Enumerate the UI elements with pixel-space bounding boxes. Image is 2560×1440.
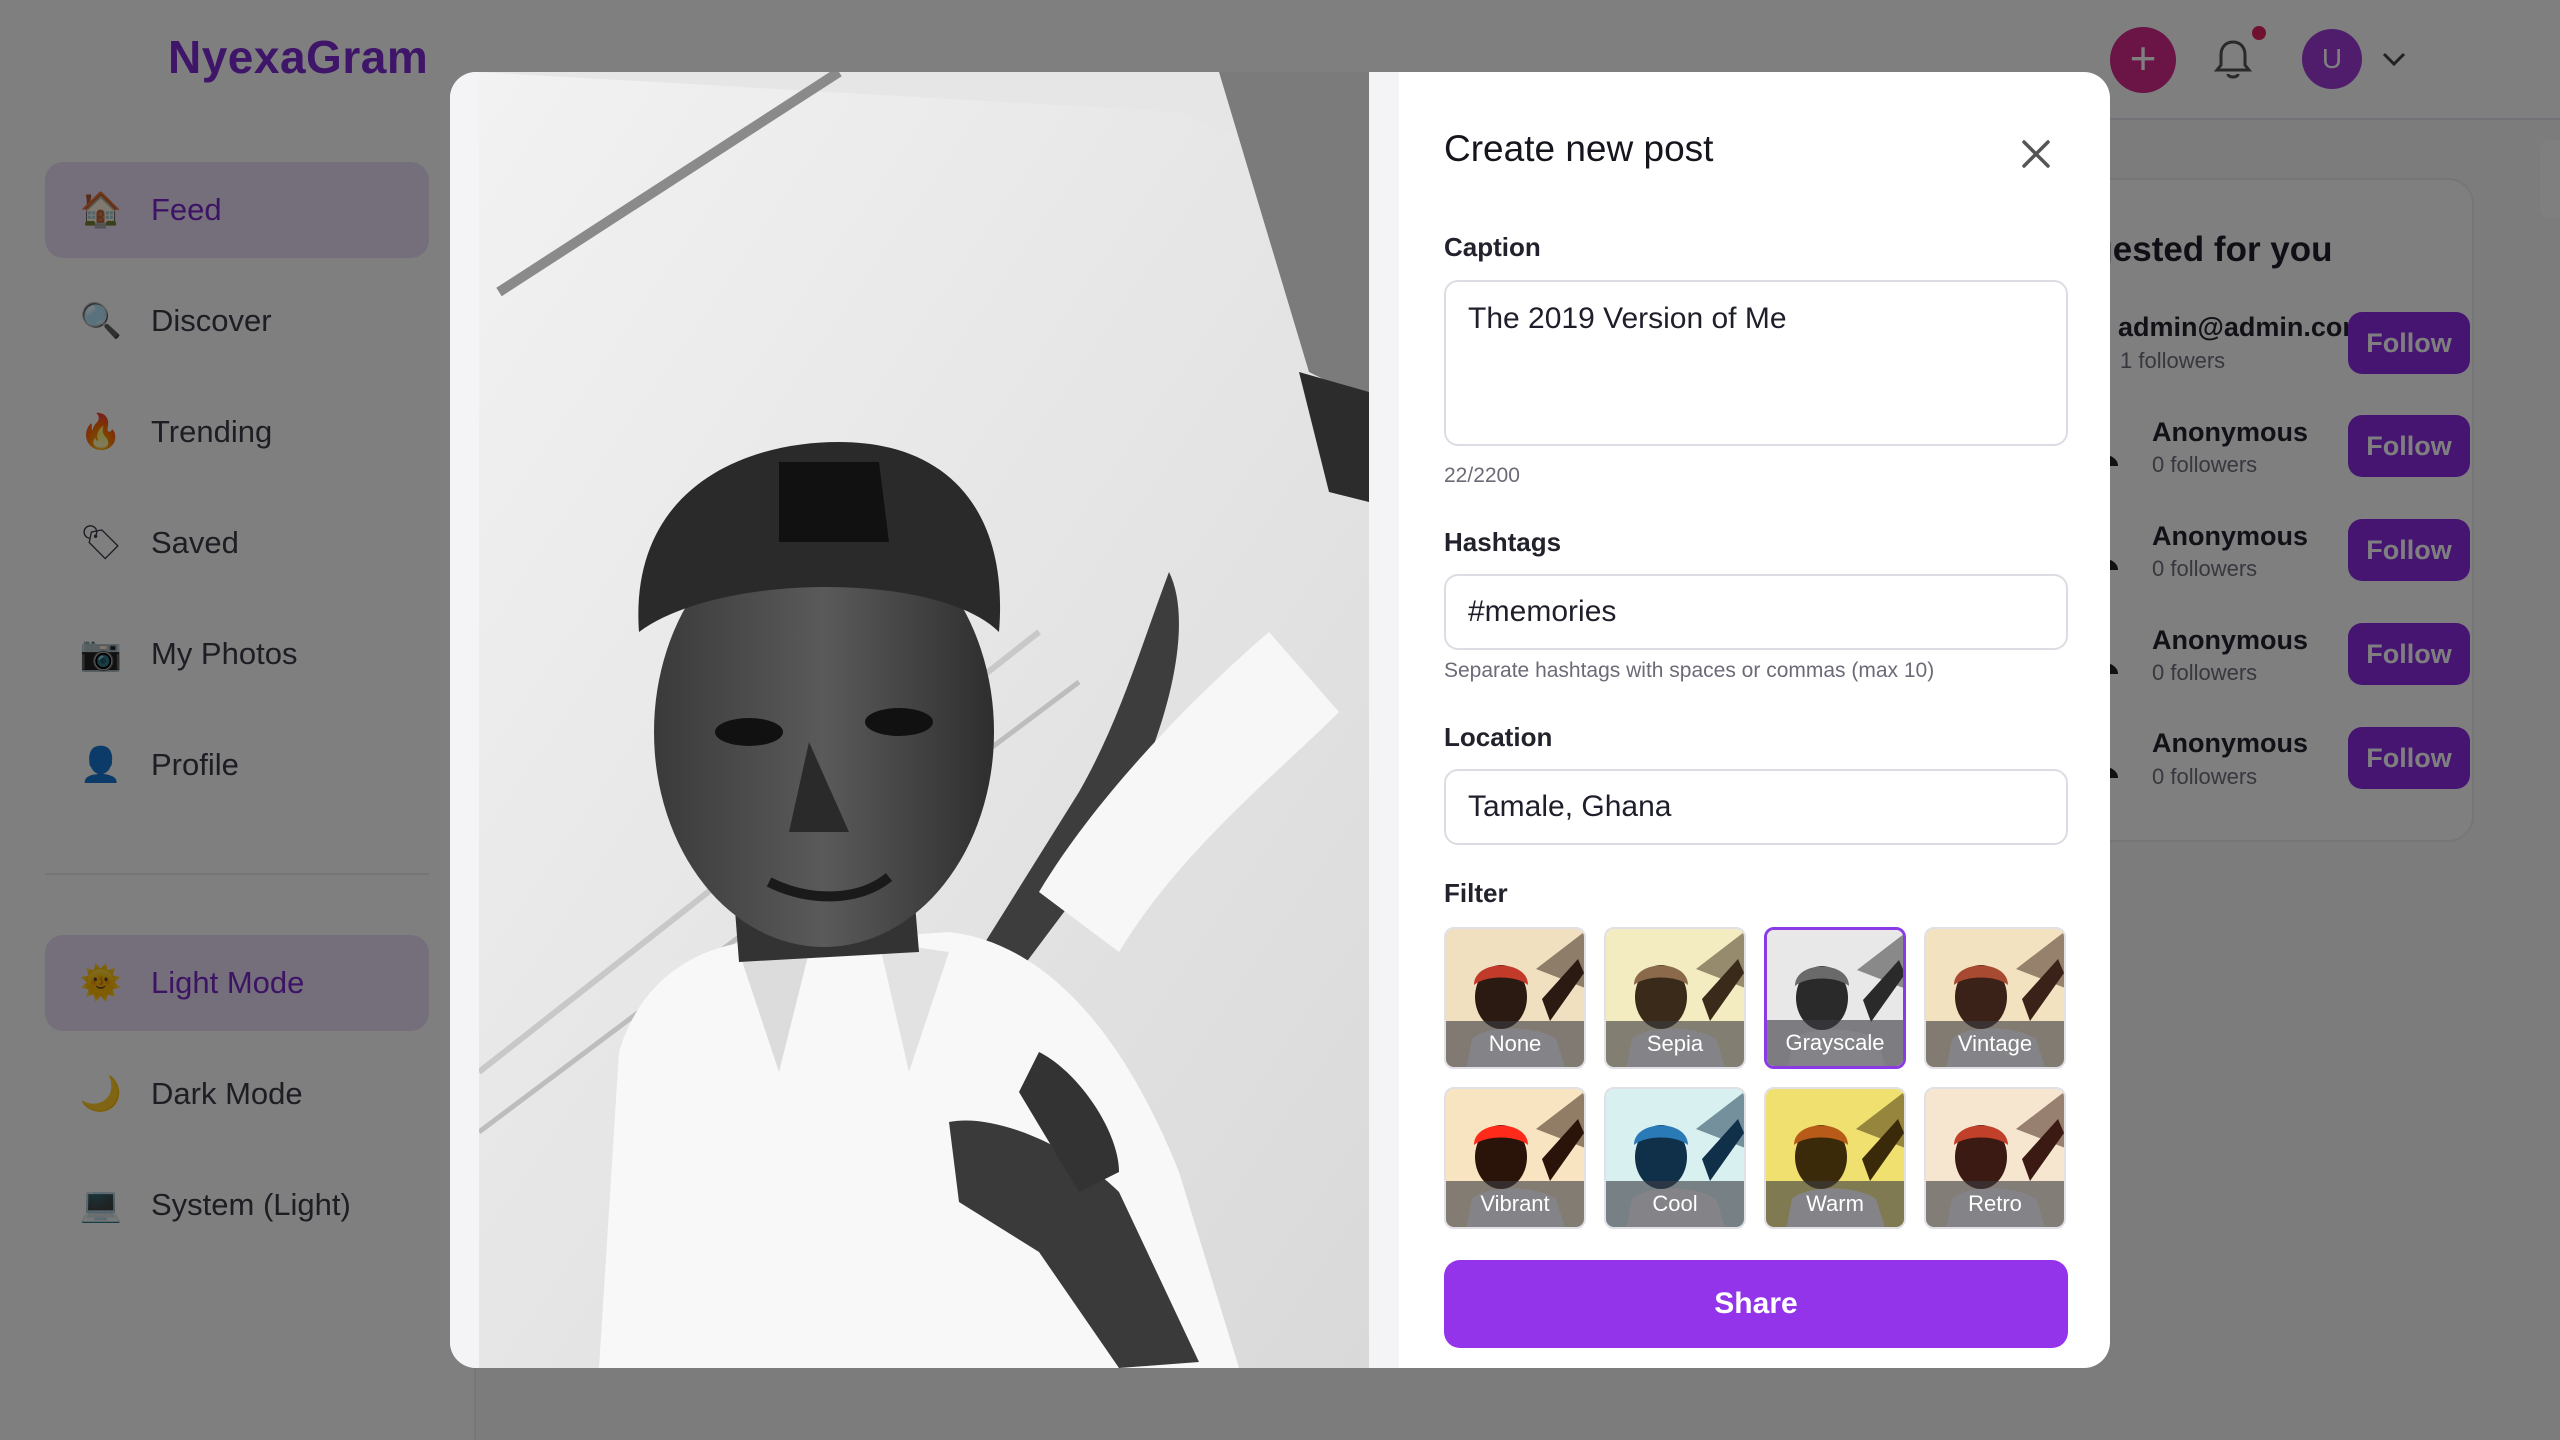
filter-option-label: None <box>1446 1021 1584 1067</box>
location-label: Location <box>1444 722 1553 752</box>
filter-option-vintage[interactable]: Vintage <box>1924 927 2066 1069</box>
filter-option-sepia[interactable]: Sepia <box>1604 927 1746 1069</box>
filter-option-label: Cool <box>1606 1181 1744 1227</box>
filter-option-label: Vintage <box>1926 1021 2064 1067</box>
filter-option-grayscale[interactable]: Grayscale <box>1764 927 1906 1069</box>
filter-option-retro[interactable]: Retro <box>1924 1087 2066 1229</box>
share-button[interactable]: Share <box>1444 1260 2068 1348</box>
filter-option-warm[interactable]: Warm <box>1764 1087 1906 1229</box>
filter-option-vibrant[interactable]: Vibrant <box>1444 1087 1586 1229</box>
caption-label: Caption <box>1444 232 1541 262</box>
filter-option-label: Warm <box>1766 1181 1904 1227</box>
filter-option-label: Grayscale <box>1767 1020 1903 1066</box>
filter-option-label: Retro <box>1926 1181 2064 1227</box>
hashtags-helper: Separate hashtags with spaces or commas … <box>1444 659 1935 682</box>
modal-title: Create new post <box>1444 128 1714 169</box>
caption-counter: 22/2200 <box>1444 464 1520 487</box>
caption-textarea[interactable]: The 2019 Version of Me <box>1444 280 2068 446</box>
hashtags-label: Hashtags <box>1444 527 1562 557</box>
filter-option-none[interactable]: None <box>1444 927 1586 1069</box>
filter-option-label: Vibrant <box>1446 1181 1584 1227</box>
close-icon[interactable] <box>2016 134 2056 174</box>
filter-option-label: Sepia <box>1606 1021 1744 1067</box>
filter-label: Filter <box>1444 878 1508 908</box>
location-input[interactable]: Tamale, Ghana <box>1444 769 2068 845</box>
hashtags-input[interactable]: #memories <box>1444 574 2068 650</box>
filter-option-cool[interactable]: Cool <box>1604 1087 1746 1229</box>
post-form: Create new post Caption The 2019 Version… <box>450 72 2110 1368</box>
